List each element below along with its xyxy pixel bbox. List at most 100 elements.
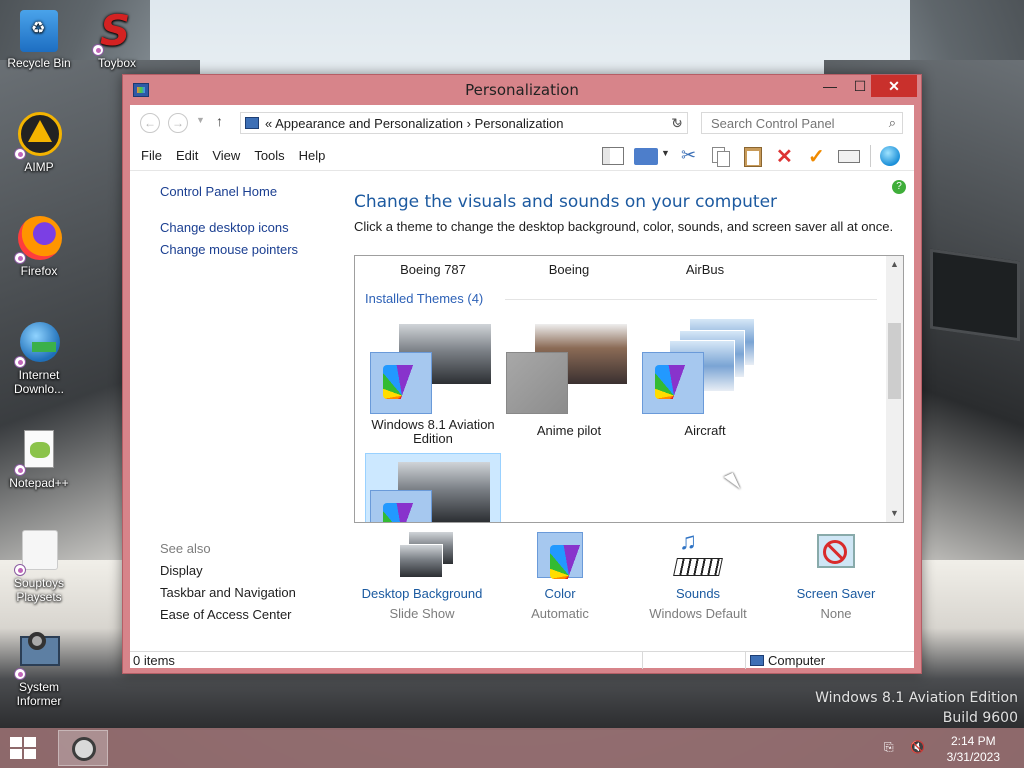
see-also-label: See also: [160, 541, 211, 556]
sounds-icon: ♫: [673, 528, 723, 582]
desktop-icon-souptoys-playsets[interactable]: Souptoys Playsets: [0, 528, 78, 604]
notepad-plus-plus-icon: [14, 428, 62, 476]
start-button[interactable]: [10, 737, 38, 759]
control-panel-home-link[interactable]: Control Panel Home: [160, 184, 277, 199]
cut-icon[interactable]: ✂: [674, 145, 702, 167]
search-input[interactable]: [702, 113, 872, 133]
ease-of-access-center-link[interactable]: Ease of Access Center: [160, 607, 292, 622]
recent-dropdown-icon[interactable]: ▼: [196, 115, 205, 125]
theme-list[interactable]: Boeing 787 Boeing AirBus Installed Theme…: [354, 255, 904, 523]
group-divider: [505, 299, 877, 300]
installed-themes-header[interactable]: Installed Themes (4): [365, 291, 483, 306]
theme-unsaved-selected[interactable]: [365, 453, 501, 522]
theme-aircraft[interactable]: Aircraft: [637, 318, 773, 438]
network-icon[interactable]: ⎘: [884, 740, 900, 756]
scrollbar-thumb[interactable]: [888, 323, 901, 399]
theme-boeing-787[interactable]: Boeing 787: [373, 262, 493, 277]
menu-view[interactable]: View: [205, 148, 247, 163]
desktop-icon-aimp[interactable]: AIMP: [0, 112, 78, 174]
color-icon: [535, 532, 588, 582]
desktop-background-icon: [397, 532, 453, 582]
shortcut-arrow-icon: [14, 668, 26, 680]
theme-preview: [365, 318, 501, 418]
windows-logo-icon: [10, 737, 22, 747]
desktop-icon-notepad-plus-plus[interactable]: Notepad++: [0, 428, 78, 490]
scroll-down-icon[interactable]: ▼: [886, 505, 903, 522]
change-desktop-icons-link[interactable]: Change desktop icons: [160, 220, 289, 235]
theme-airbus[interactable]: AirBus: [645, 262, 765, 277]
clock[interactable]: 2:14 PM 3/31/2023: [947, 733, 1000, 765]
shortcut-arrow-icon: [14, 356, 26, 368]
up-arrow-icon[interactable]: ↑: [216, 113, 223, 129]
desktop-background-setting[interactable]: Desktop Background Slide Show: [352, 532, 492, 621]
firefox-icon: [14, 216, 62, 264]
title-bar[interactable]: Personalization — ☐ ✕: [123, 75, 921, 105]
color-swatch-icon: [370, 490, 432, 522]
theme-list-scrollbar[interactable]: ▲ ▼: [886, 256, 903, 522]
desktop-icon-toybox[interactable]: S Toybox: [78, 8, 156, 70]
page-description: Click a theme to change the desktop back…: [354, 219, 894, 234]
status-location: Computer: [768, 653, 826, 668]
search-box[interactable]: ⌕: [701, 112, 903, 134]
setting-name: Screen Saver: [796, 586, 876, 601]
back-arrow-icon[interactable]: ←: [140, 113, 160, 133]
menu-file[interactable]: File: [134, 148, 169, 163]
sounds-setting[interactable]: ♫ Sounds Windows Default: [628, 528, 768, 621]
volume-muted-icon[interactable]: 🔇: [910, 740, 926, 756]
folder-icon[interactable]: ▼: [630, 145, 670, 167]
desktop-icon-internet-download-manager[interactable]: Internet Downlo...: [0, 320, 78, 396]
minimize-button[interactable]: —: [815, 75, 845, 97]
paste-icon[interactable]: [738, 145, 766, 167]
setting-value: Windows Default: [649, 606, 747, 621]
system-informer-icon: [14, 632, 62, 680]
toolbar: ▼ ✂ ✕ ✓: [598, 145, 908, 168]
menu-toolbar-row: File Edit View Tools Help ▼ ✂ ✕ ✓: [130, 141, 914, 171]
properties-icon[interactable]: [834, 145, 862, 167]
desktop-icon-label: System Informer: [16, 680, 62, 708]
desktop-icon-recycle-bin[interactable]: ♻ Recycle Bin: [0, 8, 78, 70]
desktop-icon-firefox[interactable]: Firefox: [0, 216, 78, 278]
globe-icon[interactable]: [876, 145, 904, 167]
address-row: ← → ▼ ↑ « Appearance and Personalization…: [130, 105, 914, 141]
theme-windows-8-1-aviation[interactable]: Windows 8.1 Aviation Edition: [365, 318, 501, 446]
desktop-icon-system-informer[interactable]: System Informer: [0, 632, 78, 708]
delete-icon[interactable]: ✕: [770, 145, 798, 168]
menu-tools[interactable]: Tools: [247, 148, 291, 163]
menu-edit[interactable]: Edit: [169, 148, 205, 163]
theme-label: Windows 8.1 Aviation Edition: [371, 417, 495, 446]
change-mouse-pointers-link[interactable]: Change mouse pointers: [160, 242, 298, 257]
watermark-line1: Windows 8.1 Aviation Edition: [815, 690, 1018, 706]
theme-preview: [501, 318, 637, 418]
gear-icon: [72, 737, 96, 761]
scroll-up-icon[interactable]: ▲: [886, 256, 903, 273]
theme-boeing[interactable]: Boeing: [509, 262, 629, 277]
setting-name: Desktop Background: [361, 586, 483, 601]
breadcrumb[interactable]: « Appearance and Personalization › Perso…: [265, 116, 563, 131]
search-icon[interactable]: ⌕: [889, 115, 896, 131]
taskbar-app-control-panel[interactable]: [58, 730, 108, 766]
help-icon[interactable]: ?: [892, 180, 906, 194]
color-setting[interactable]: Color Automatic: [490, 532, 630, 621]
theme-anime-pilot[interactable]: Anime pilot: [501, 318, 637, 438]
screen-saver-icon: [811, 532, 861, 582]
layout-icon[interactable]: [598, 145, 626, 167]
shortcut-arrow-icon: [14, 564, 26, 576]
screen-saver-setting[interactable]: Screen Saver None: [766, 532, 906, 621]
menu-help[interactable]: Help: [292, 148, 333, 163]
close-button[interactable]: ✕: [871, 75, 917, 97]
theme-label: Aircraft: [684, 423, 726, 438]
display-link[interactable]: Display: [160, 563, 203, 578]
copy-icon[interactable]: [706, 145, 734, 167]
taskbar-and-navigation-link[interactable]: Taskbar and Navigation: [160, 585, 296, 600]
address-bar[interactable]: « Appearance and Personalization › Perso…: [240, 112, 688, 134]
window-title: Personalization: [465, 81, 579, 99]
forward-arrow-icon[interactable]: →: [168, 113, 188, 133]
toybox-icon: S: [92, 8, 140, 56]
check-icon[interactable]: ✓: [802, 145, 830, 168]
idm-icon: [14, 320, 62, 368]
desktop-icon-label: AIMP: [24, 160, 54, 174]
computer-icon: [750, 655, 764, 666]
menu-bar: File Edit View Tools Help: [134, 148, 332, 163]
refresh-icon[interactable]: ↻: [666, 113, 688, 133]
shortcut-arrow-icon: [14, 252, 26, 264]
